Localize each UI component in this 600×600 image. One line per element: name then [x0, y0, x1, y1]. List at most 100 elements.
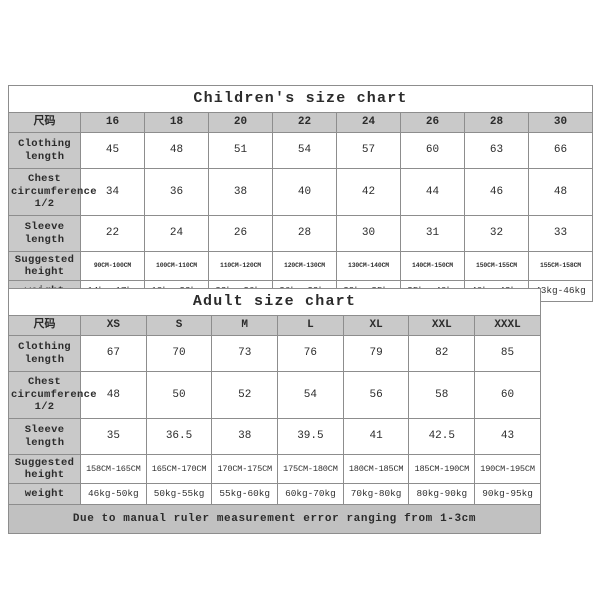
cell-value: 82	[408, 335, 476, 372]
adult-size-xs: XS	[80, 315, 147, 336]
row-label-sleeve-length: Sleeve length	[8, 418, 81, 455]
adult-title-row: Adult size chart	[8, 288, 541, 316]
children-title-row: Children's size chart	[8, 85, 593, 113]
cell-value: 79	[342, 335, 410, 372]
cell-value: 150CM-155CM	[464, 251, 529, 281]
cell-value: 90kg-95kg	[474, 483, 541, 505]
row-label-clothing-length: Clothing length	[8, 335, 81, 372]
cell-value: 48	[528, 168, 593, 216]
adult-size-chart: Adult size chart 尺码 XS S M L XL XXL XXXL…	[8, 288, 541, 534]
cell-value: 66	[528, 132, 593, 169]
cell-value: 110CM-120CM	[208, 251, 273, 281]
cell-value: 100CM-110CM	[144, 251, 209, 281]
cell-value: 38	[208, 168, 273, 216]
cell-value: 45	[80, 132, 145, 169]
cell-value: 44	[400, 168, 465, 216]
cell-value: 36.5	[145, 418, 213, 455]
cell-value: 175CM-180CM	[277, 454, 344, 484]
cell-value: 76	[277, 335, 344, 372]
cell-value: 155CM-158CM	[528, 251, 593, 281]
cell-value: 35	[80, 418, 147, 455]
cell-value: 165CM-170CM	[145, 454, 213, 484]
cell-value: 39.5	[277, 418, 344, 455]
children-size-24: 24	[336, 112, 401, 133]
adult-note-row: Due to manual ruler measurement error ra…	[8, 504, 541, 534]
cell-value: 36	[144, 168, 209, 216]
row-label-chest-circumference: Chest circumference 1/2	[8, 168, 97, 216]
table-row: Suggested height 90CM-100CM 100CM-110CM …	[8, 251, 593, 281]
cell-value: 41	[342, 418, 410, 455]
cell-value: 54	[272, 132, 337, 169]
cell-value: 30	[336, 215, 401, 252]
cell-value: 158CM-165CM	[80, 454, 147, 484]
cell-value: 67	[80, 335, 147, 372]
children-size-28: 28	[464, 112, 529, 133]
adult-size-s: S	[145, 315, 213, 336]
cell-value: 190CM-195CM	[474, 454, 541, 484]
table-row: Chest circumference 1/2 34 36 38 40 42 4…	[8, 168, 593, 216]
table-row: Clothing length 67 70 73 76 79 82 85	[8, 335, 541, 372]
children-size-22: 22	[272, 112, 337, 133]
adult-size-l: L	[277, 315, 344, 336]
children-chart-title: Children's size chart	[8, 85, 593, 113]
row-label-weight: weight	[8, 483, 81, 505]
cell-value: 51	[208, 132, 273, 169]
cell-value: 32	[464, 215, 529, 252]
row-label-suggested-height: Suggested height	[8, 251, 81, 281]
row-label-sleeve-length: Sleeve length	[8, 215, 81, 252]
children-size-label: 尺码	[8, 112, 81, 133]
cell-value: 90CM-100CM	[80, 251, 145, 281]
cell-value: 31	[400, 215, 465, 252]
adult-size-table: Adult size chart 尺码 XS S M L XL XXL XXXL…	[8, 288, 541, 534]
cell-value: 43	[474, 418, 541, 455]
cell-value: 52	[211, 371, 279, 419]
cell-value: 80kg-90kg	[408, 483, 476, 505]
cell-value: 50kg-55kg	[145, 483, 213, 505]
table-row: weight 46kg-50kg 50kg-55kg 55kg-60kg 60k…	[8, 483, 541, 505]
cell-value: 40	[272, 168, 337, 216]
row-label-chest-circumference: Chest circumference 1/2	[8, 371, 97, 419]
cell-value: 120CM-130CM	[272, 251, 337, 281]
adult-size-label: 尺码	[8, 315, 81, 336]
cell-value: 130CM-140CM	[336, 251, 401, 281]
row-label-clothing-length: Clothing length	[8, 132, 81, 169]
children-header-row: 尺码 16 18 20 22 24 26 28 30	[8, 112, 593, 133]
cell-value: 73	[211, 335, 279, 372]
adult-size-xxl: XXL	[408, 315, 476, 336]
table-row: Suggested height 158CM-165CM 165CM-170CM…	[8, 454, 541, 484]
cell-value: 63	[464, 132, 529, 169]
adult-size-xxxl: XXXL	[474, 315, 541, 336]
children-size-16: 16	[80, 112, 145, 133]
cell-value: 50	[145, 371, 213, 419]
cell-value: 54	[277, 371, 344, 419]
cell-value: 60	[400, 132, 465, 169]
cell-value: 46kg-50kg	[80, 483, 147, 505]
table-row: Sleeve length 22 24 26 28 30 31 32 33	[8, 215, 593, 252]
cell-value: 56	[342, 371, 410, 419]
cell-value: 60	[474, 371, 541, 419]
children-size-20: 20	[208, 112, 273, 133]
adult-chart-title: Adult size chart	[8, 288, 541, 316]
cell-value: 22	[80, 215, 145, 252]
cell-value: 180CM-185CM	[342, 454, 410, 484]
cell-value: 26	[208, 215, 273, 252]
cell-value: 185CM-190CM	[408, 454, 476, 484]
cell-value: 28	[272, 215, 337, 252]
cell-value: 70	[145, 335, 213, 372]
measurement-error-note: Due to manual ruler measurement error ra…	[8, 504, 541, 534]
cell-value: 60kg-70kg	[277, 483, 344, 505]
cell-value: 38	[211, 418, 279, 455]
cell-value: 33	[528, 215, 593, 252]
cell-value: 85	[474, 335, 541, 372]
children-size-table: Children's size chart 尺码 16 18 20 22 24 …	[8, 85, 593, 302]
children-size-18: 18	[144, 112, 209, 133]
cell-value: 140CM-150CM	[400, 251, 465, 281]
cell-value: 46	[464, 168, 529, 216]
cell-value: 48	[144, 132, 209, 169]
cell-value: 58	[408, 371, 476, 419]
children-size-30: 30	[528, 112, 593, 133]
table-row: Sleeve length 35 36.5 38 39.5 41 42.5 43	[8, 418, 541, 455]
cell-value: 24	[144, 215, 209, 252]
table-row: Chest circumference 1/2 48 50 52 54 56 5…	[8, 371, 541, 419]
adult-size-xl: XL	[342, 315, 410, 336]
